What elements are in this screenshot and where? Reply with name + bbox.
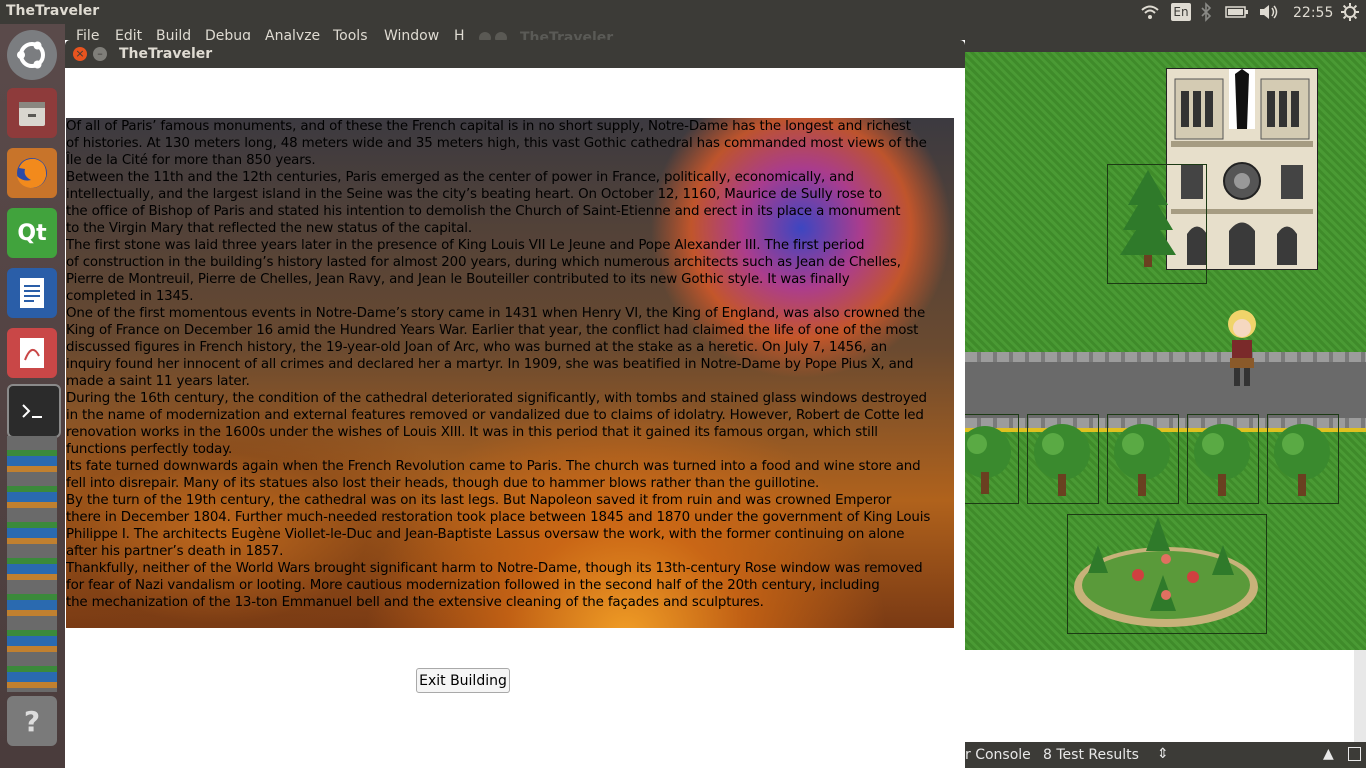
maximize-icon[interactable]: ▲ xyxy=(1323,746,1334,762)
cathedral-interior-image: Of all of Paris’ famous monuments, and o… xyxy=(66,118,954,628)
history-text: Of all of Paris’ famous monuments, and o… xyxy=(66,119,931,610)
volume-icon[interactable] xyxy=(1258,2,1280,22)
ubuntu-icon[interactable] xyxy=(7,30,57,80)
bluetooth-icon[interactable] xyxy=(1200,2,1212,22)
dialog-title: TheTraveler xyxy=(119,46,213,62)
tree-row xyxy=(965,424,1330,496)
chevron-up-down-icon[interactable]: ⇕ xyxy=(1157,746,1169,762)
tab-console[interactable]: r Console xyxy=(965,747,1031,763)
park-tile xyxy=(1067,514,1267,634)
ide-output-pane-bar: r Console 8 Test Results ⇕ ▲ xyxy=(965,742,1366,768)
qt-creator-icon[interactable]: Qt xyxy=(7,208,57,258)
battery-icon[interactable] xyxy=(1225,2,1249,22)
gear-icon[interactable] xyxy=(1340,2,1360,22)
files-icon[interactable] xyxy=(7,88,57,138)
stacked-launcher-icons[interactable] xyxy=(7,436,57,692)
launcher: Qt ? xyxy=(0,24,65,768)
firefox-icon[interactable] xyxy=(7,148,57,198)
top-panel: TheTraveler En 22:55 xyxy=(0,0,1366,24)
vertical-scrollbar[interactable] xyxy=(1354,650,1366,742)
tree-tile xyxy=(1107,164,1207,284)
player-character[interactable] xyxy=(1222,306,1262,390)
clock[interactable]: 22:55 xyxy=(1293,3,1333,23)
sidebar-toggle-icon[interactable] xyxy=(1348,747,1361,761)
writer-icon[interactable] xyxy=(7,268,57,318)
active-app-name: TheTraveler xyxy=(6,3,100,19)
help-icon[interactable]: ? xyxy=(7,696,57,746)
terminal-icon[interactable] xyxy=(7,384,61,438)
wifi-icon[interactable] xyxy=(1140,2,1160,22)
svg-text:?: ? xyxy=(24,705,40,738)
document-viewer-icon[interactable] xyxy=(7,328,57,378)
close-button[interactable]: × xyxy=(73,47,87,61)
exit-building-button[interactable]: Exit Building xyxy=(416,668,510,693)
game-window-blank-area xyxy=(965,650,1366,742)
minimize-button[interactable]: – xyxy=(93,47,107,61)
game-map[interactable] xyxy=(965,52,1366,650)
tab-test-results[interactable]: 8 Test Results xyxy=(1043,747,1139,763)
keyboard-layout-indicator[interactable]: En xyxy=(1171,3,1191,21)
